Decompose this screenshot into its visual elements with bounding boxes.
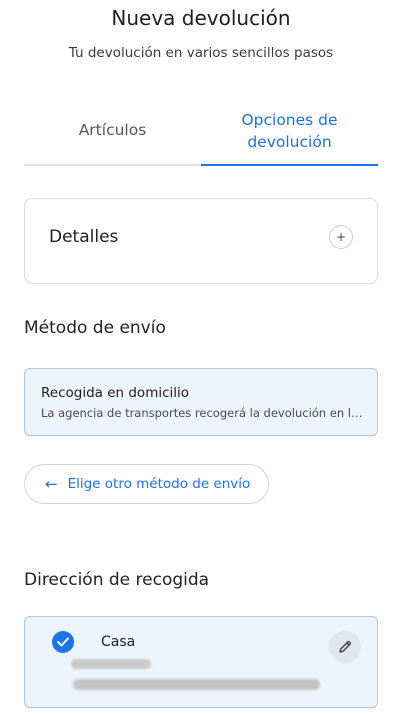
step-tabs: Artículos Opciones de devolución [24, 104, 378, 166]
choose-other-method-button[interactable]: ← Elige otro método de envío [24, 464, 269, 504]
shipping-method-title: Método de envío [24, 318, 166, 338]
page-title: Nueva devolución [111, 6, 291, 30]
return-page: Nueva devolución Tu devolución en varios… [0, 0, 402, 715]
arrow-left-icon: ← [45, 475, 58, 493]
shipping-method-name: Recogida en domicilio [41, 385, 190, 401]
pencil-icon [337, 639, 353, 655]
page-subtitle: Tu devolución en varios sencillos pasos [68, 45, 334, 61]
address-name: Casa [101, 634, 136, 650]
tab-opciones-devolucion[interactable]: Opciones de devolución [201, 104, 378, 166]
details-label: Detalles [49, 227, 119, 247]
edit-address-button[interactable] [329, 631, 361, 663]
check-icon[interactable] [52, 631, 74, 653]
redacted-address-line [71, 659, 151, 669]
details-card[interactable]: Detalles + [24, 198, 378, 284]
plus-icon[interactable]: + [329, 225, 353, 249]
pickup-address-title: Dirección de recogida [24, 570, 210, 590]
selected-shipping-method-card[interactable]: Recogida en domicilio La agencia de tran… [24, 368, 378, 436]
redacted-address-line [73, 679, 320, 690]
tab-articulos[interactable]: Artículos [24, 104, 201, 164]
shipping-method-description: La agencia de transportes recogerá la de… [41, 406, 365, 420]
choose-other-method-label: Elige otro método de envío [67, 476, 251, 492]
pickup-address-card[interactable]: Casa [24, 616, 378, 708]
